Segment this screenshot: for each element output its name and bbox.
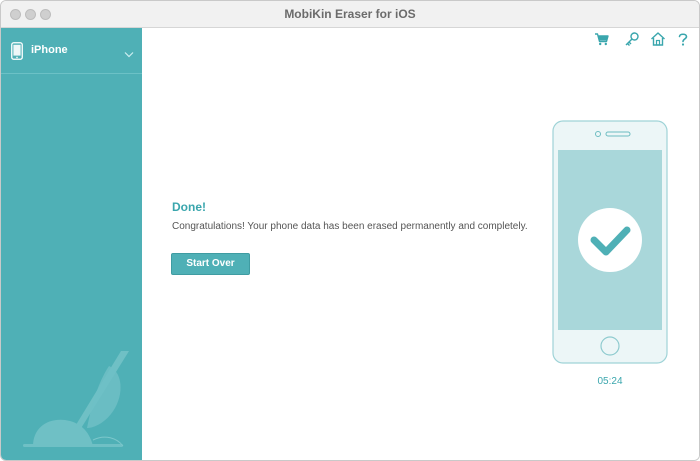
window-title: MobiKin Eraser for iOS <box>284 7 416 21</box>
home-icon[interactable] <box>650 31 666 47</box>
title-bar[interactable]: MobiKin Eraser for iOS <box>1 1 699 28</box>
help-icon[interactable] <box>675 31 691 47</box>
phone-success-illustration <box>552 120 668 371</box>
start-over-button[interactable]: Start Over <box>171 253 250 275</box>
result-message: Congratulations! Your phone data has bee… <box>172 221 528 232</box>
device-name: iPhone <box>31 44 68 56</box>
result-title: Done! <box>172 200 206 214</box>
cart-icon[interactable] <box>594 31 610 47</box>
phone-icon <box>11 42 23 65</box>
vacuum-illustration-icon <box>13 348 133 453</box>
key-icon[interactable] <box>624 31 640 47</box>
device-selector[interactable]: iPhone <box>1 28 142 74</box>
main-panel: Done! Congratulations! Your phone data h… <box>142 28 699 460</box>
elapsed-timer: 05:24 <box>597 376 623 387</box>
chevron-down-icon[interactable] <box>124 45 134 63</box>
sidebar: iPhone <box>1 28 142 460</box>
app-window: MobiKin Eraser for iOS iPhone Done! Cong… <box>0 0 700 461</box>
